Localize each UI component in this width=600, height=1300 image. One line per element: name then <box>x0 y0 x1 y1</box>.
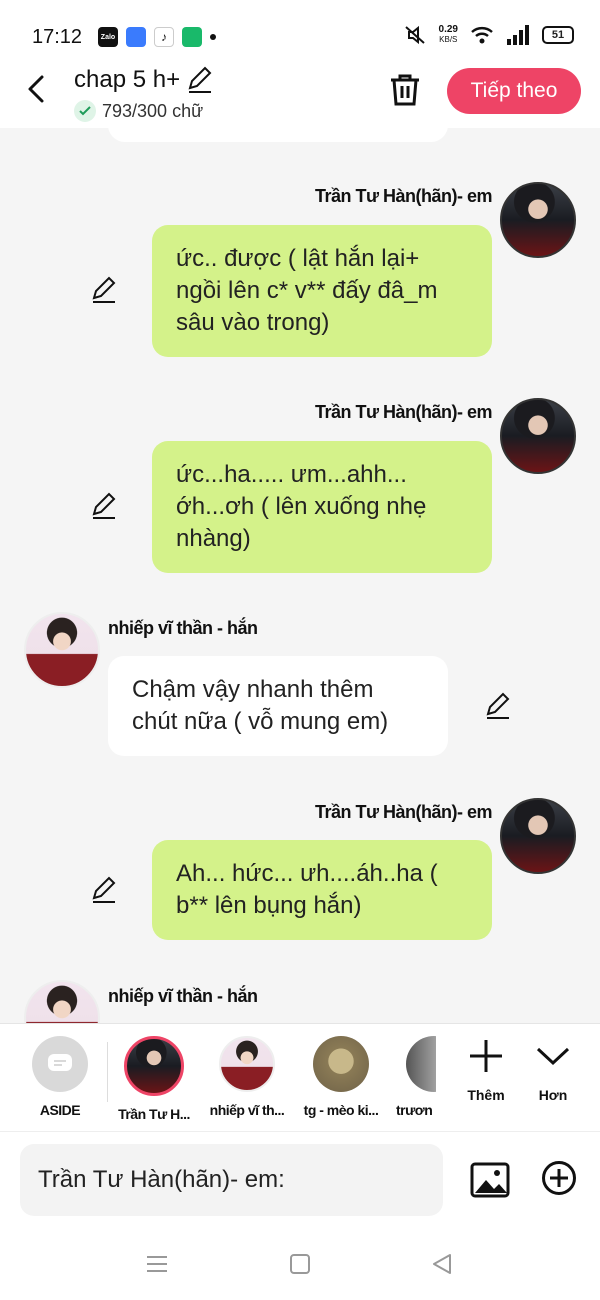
avatar <box>124 1036 184 1096</box>
avatar <box>219 1036 275 1092</box>
chevron-down-icon <box>536 1047 570 1066</box>
add-attachment-button[interactable] <box>541 1160 577 1196</box>
back-button[interactable] <box>22 74 52 104</box>
chat-bubble-icon <box>48 1054 72 1071</box>
message-bubble[interactable]: ức...ha..... ưm...ahh... ớh...ơh ( lên x… <box>152 441 492 573</box>
character-truong[interactable]: trươn <box>390 1036 436 1118</box>
input-bar <box>0 1131 600 1226</box>
more-label: Hơn <box>538 1087 568 1103</box>
add-label: Thêm <box>467 1087 505 1103</box>
status-right: 0.29 KB/S 51 <box>403 24 574 46</box>
more-button[interactable]: Hơn <box>523 1038 583 1103</box>
home-icon[interactable] <box>288 1252 312 1276</box>
check-icon <box>74 100 96 122</box>
avatar[interactable] <box>24 980 100 1023</box>
avatar <box>313 1036 369 1092</box>
message-input[interactable] <box>20 1144 443 1216</box>
sender-name: nhiếp vĩ thần - hắn <box>108 986 258 1006</box>
aside-avatar <box>32 1036 88 1092</box>
next-button[interactable]: Tiếp theo <box>447 68 581 114</box>
blue-app-icon <box>126 27 146 47</box>
edit-title-icon[interactable] <box>186 66 214 94</box>
character-label: trươn <box>396 1102 433 1118</box>
character-nhiep-vi-than[interactable]: nhiếp vĩ th... <box>202 1036 292 1118</box>
sender-name: Trần Tư Hàn(hãn)- em <box>314 802 493 822</box>
message-bubble[interactable]: ức.. được ( lật hắn lại+ ngồi lên c* v**… <box>152 225 492 357</box>
plus-icon <box>470 1040 502 1072</box>
network-speed: 0.29 KB/S <box>439 25 458 45</box>
word-count: 793/300 chữ <box>74 100 214 122</box>
avatar[interactable] <box>500 182 576 258</box>
network-speed-unit: KB/S <box>439 35 458 44</box>
character-label: Trần Tư H... <box>118 1106 190 1122</box>
chat-area[interactable]: Trần Tư Hàn(hãn)- em ức.. được ( lật hắn… <box>0 128 600 1023</box>
edit-message-icon[interactable] <box>90 876 118 904</box>
title-block: chap 5 h+ 793/300 chữ <box>74 66 214 122</box>
character-label: tg - mèo ki... <box>303 1102 379 1118</box>
character-aside[interactable]: ASIDE <box>15 1036 105 1118</box>
edit-message-icon[interactable] <box>484 692 512 720</box>
edit-message-icon[interactable] <box>90 276 118 304</box>
more-notifications-dot-icon <box>210 34 216 40</box>
character-tran-tu-han[interactable]: Trần Tư H... <box>109 1036 199 1122</box>
back-nav-icon[interactable] <box>430 1252 454 1276</box>
message-bubble[interactable]: Chậm vậy nhanh thêm chút nữa ( vỗ mung e… <box>108 656 448 756</box>
title-text: chap 5 h+ <box>74 66 181 93</box>
message-bubble[interactable]: Ah... hức... ưh....áh..ha ( b** lên bụng… <box>152 840 492 940</box>
word-count-text: 793/300 chữ <box>102 100 204 121</box>
tiktok-icon: ♪ <box>154 27 174 47</box>
character-label: ASIDE <box>39 1102 81 1118</box>
character-label: nhiếp vĩ th... <box>209 1102 285 1118</box>
mute-icon <box>404 25 425 45</box>
add-character-button[interactable]: Thêm <box>456 1038 516 1103</box>
header: chap 5 h+ 793/300 chữ Tiếp theo <box>0 60 600 128</box>
wifi-icon <box>471 27 493 44</box>
page-title[interactable]: chap 5 h+ <box>74 66 214 94</box>
delete-button[interactable] <box>388 72 422 108</box>
green-app-icon <box>182 27 202 47</box>
sender-name: nhiếp vĩ thần - hắn <box>108 618 258 638</box>
network-speed-value: 0.29 <box>438 24 458 35</box>
battery-indicator: 51 <box>542 26 574 44</box>
previous-message-bubble[interactable] <box>108 128 448 142</box>
status-time: 17:12 <box>32 26 83 48</box>
character-tg-meo[interactable]: tg - mèo ki... <box>296 1036 386 1118</box>
edit-message-icon[interactable] <box>90 492 118 520</box>
sender-name: Trần Tư Hàn(hãn)- em <box>314 402 493 422</box>
character-selector: ASIDE Trần Tư H... nhiếp vĩ th... tg - m… <box>0 1023 600 1131</box>
avatar[interactable] <box>24 612 100 688</box>
signal-icon <box>507 25 529 45</box>
image-picker-button[interactable] <box>470 1160 510 1200</box>
menu-icon[interactable] <box>145 1252 169 1276</box>
avatar[interactable] <box>500 398 576 474</box>
zalo-icon: Zalo <box>98 27 118 47</box>
system-nav-bar <box>0 1226 600 1300</box>
avatar[interactable] <box>500 798 576 874</box>
notification-icons: Zalo ♪ <box>98 27 216 47</box>
divider <box>107 1042 108 1102</box>
sender-name: Trần Tư Hàn(hãn)- em <box>314 186 493 206</box>
avatar <box>406 1036 436 1092</box>
